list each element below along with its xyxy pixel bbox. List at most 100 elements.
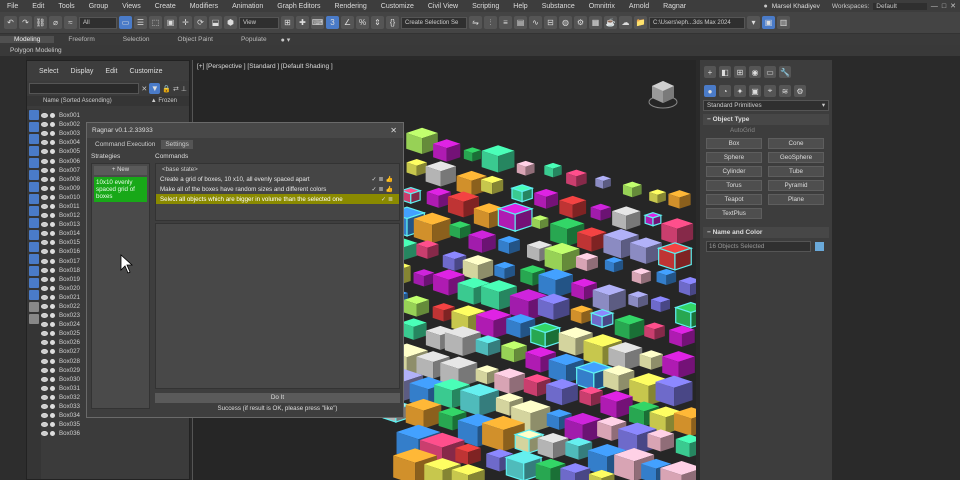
box-object[interactable] — [413, 212, 451, 244]
frozen-column-header[interactable]: ▲ Frozen — [151, 98, 189, 104]
mirror-icon[interactable]: ⇋ — [469, 16, 482, 29]
box-object[interactable] — [595, 175, 611, 189]
display-hidden-icon[interactable] — [29, 254, 39, 264]
menu-edit[interactable]: Edit — [25, 3, 51, 10]
render-frame-icon[interactable]: ▦ — [589, 16, 602, 29]
box-object[interactable] — [426, 187, 451, 208]
material-editor-icon[interactable]: ◍ — [559, 16, 572, 29]
display-geometry-icon[interactable] — [29, 122, 39, 132]
explorer-search-input[interactable] — [29, 83, 140, 94]
render-dot-icon[interactable] — [50, 140, 55, 146]
rotate-icon[interactable]: ⟳ — [194, 16, 207, 29]
eye-icon[interactable] — [41, 222, 48, 228]
eye-icon[interactable] — [41, 194, 48, 200]
viewport-label[interactable]: [+] [Perspective ] [Standard ] [Default … — [197, 63, 333, 70]
angle-snap-icon[interactable]: ∠ — [341, 16, 354, 29]
box-object[interactable] — [544, 242, 580, 272]
menu-file[interactable]: File — [0, 3, 25, 10]
box-object[interactable] — [661, 218, 694, 245]
select-all-icon[interactable] — [29, 302, 39, 312]
box-object[interactable] — [577, 227, 607, 252]
eye-icon[interactable] — [41, 358, 48, 364]
eye-icon[interactable] — [41, 203, 48, 209]
keyboard-shortcut-icon[interactable]: ⌨ — [311, 16, 324, 29]
render-dot-icon[interactable] — [50, 304, 55, 310]
snaps-toggle-icon[interactable]: 3 — [326, 16, 339, 29]
path-dropdown-icon[interactable]: ▾ — [747, 16, 760, 29]
sphere-button[interactable]: Sphere — [706, 152, 762, 163]
eye-icon[interactable] — [41, 158, 48, 164]
select-manipulate-icon[interactable]: ✚ — [296, 16, 309, 29]
box-object[interactable] — [462, 255, 494, 281]
tab-modeling[interactable]: Modeling — [0, 36, 55, 43]
display-xrefs-icon[interactable] — [29, 206, 39, 216]
tab-freeform[interactable]: Freeform — [54, 36, 108, 43]
box-object[interactable] — [399, 186, 423, 204]
pyramid-button[interactable]: Pyramid — [768, 180, 824, 191]
list-item[interactable]: Box036 — [41, 429, 189, 438]
move-icon[interactable]: ✛ — [179, 16, 192, 29]
render-dot-icon[interactable] — [50, 194, 55, 200]
menu-omnitrix[interactable]: Omnitrix — [582, 3, 622, 10]
box-object[interactable] — [531, 215, 549, 230]
name-color-rollout[interactable]: − Name and Color — [703, 227, 829, 238]
render-dot-icon[interactable] — [50, 203, 55, 209]
box-object[interactable] — [678, 277, 696, 296]
box-object[interactable] — [668, 190, 691, 209]
menu-civil-view[interactable]: Civil View — [421, 3, 465, 10]
ragnar-titlebar[interactable]: Ragnar v0.1.2.33933 ✕ — [87, 123, 403, 138]
scale-icon[interactable]: ⬓ — [209, 16, 222, 29]
pin-icon[interactable]: ⊥ — [181, 85, 187, 93]
render-dot-icon[interactable] — [50, 404, 55, 410]
display-helpers-icon[interactable] — [29, 170, 39, 180]
geosphere-button[interactable]: GeoSphere — [768, 152, 824, 163]
like-icon[interactable]: 👍 — [386, 186, 393, 193]
box-object[interactable] — [510, 184, 535, 203]
user-name[interactable]: Marsel Khadiyev — [772, 3, 820, 10]
box-object[interactable] — [528, 322, 562, 348]
like-icon[interactable]: 👍 — [386, 176, 393, 183]
object-type-rollout[interactable]: − Object Type — [703, 114, 829, 125]
percent-snap-icon[interactable]: % — [356, 16, 369, 29]
box-object[interactable] — [425, 161, 456, 187]
box-button[interactable]: Box — [706, 138, 762, 149]
eye-icon[interactable] — [41, 294, 48, 300]
plane-button[interactable]: Plane — [768, 194, 824, 205]
eye-icon[interactable] — [41, 122, 48, 128]
render-dot-icon[interactable] — [50, 113, 55, 119]
box-object[interactable] — [544, 162, 562, 178]
render-dot-icon[interactable] — [50, 222, 55, 228]
menu-ragnar[interactable]: Ragnar — [656, 3, 693, 10]
strategy-item[interactable]: 10x10 evenly spaced grid of boxes — [94, 177, 147, 202]
render-dot-icon[interactable] — [50, 367, 55, 373]
eye-icon[interactable] — [41, 240, 48, 246]
box-object[interactable] — [622, 181, 642, 198]
pivot-icon[interactable]: ⊞ — [281, 16, 294, 29]
display-tab-icon[interactable]: ▭ — [764, 66, 776, 78]
render-dot-icon[interactable] — [50, 258, 55, 264]
menu-group[interactable]: Group — [82, 3, 115, 10]
folder-icon[interactable]: 📁 — [634, 16, 647, 29]
box-object[interactable] — [537, 433, 569, 459]
layer-icon[interactable]: ≡ — [499, 16, 512, 29]
display-children-icon[interactable] — [29, 278, 39, 288]
base-state-item[interactable]: <base state> — [156, 164, 399, 174]
box-object[interactable] — [400, 318, 427, 340]
list-item[interactable]: Box035 — [41, 420, 189, 429]
box-object[interactable] — [656, 268, 677, 286]
eye-icon[interactable] — [41, 313, 48, 319]
box-object[interactable] — [463, 147, 481, 162]
box-object[interactable] — [455, 443, 481, 465]
box-object[interactable] — [608, 342, 643, 371]
eye-icon[interactable] — [41, 413, 48, 419]
box-object[interactable] — [433, 139, 461, 162]
minimize-icon[interactable]: — — [931, 3, 938, 10]
menu-scripting[interactable]: Scripting — [465, 3, 506, 10]
geometry-icon[interactable]: ● — [704, 85, 716, 97]
eye-icon[interactable] — [41, 404, 48, 410]
render-dot-icon[interactable] — [50, 149, 55, 155]
bind-spacewarp-icon[interactable]: ≈ — [64, 16, 77, 29]
render-dot-icon[interactable] — [50, 431, 55, 437]
box-object[interactable] — [481, 175, 504, 195]
workspace-icon[interactable]: ▣ — [762, 16, 775, 29]
